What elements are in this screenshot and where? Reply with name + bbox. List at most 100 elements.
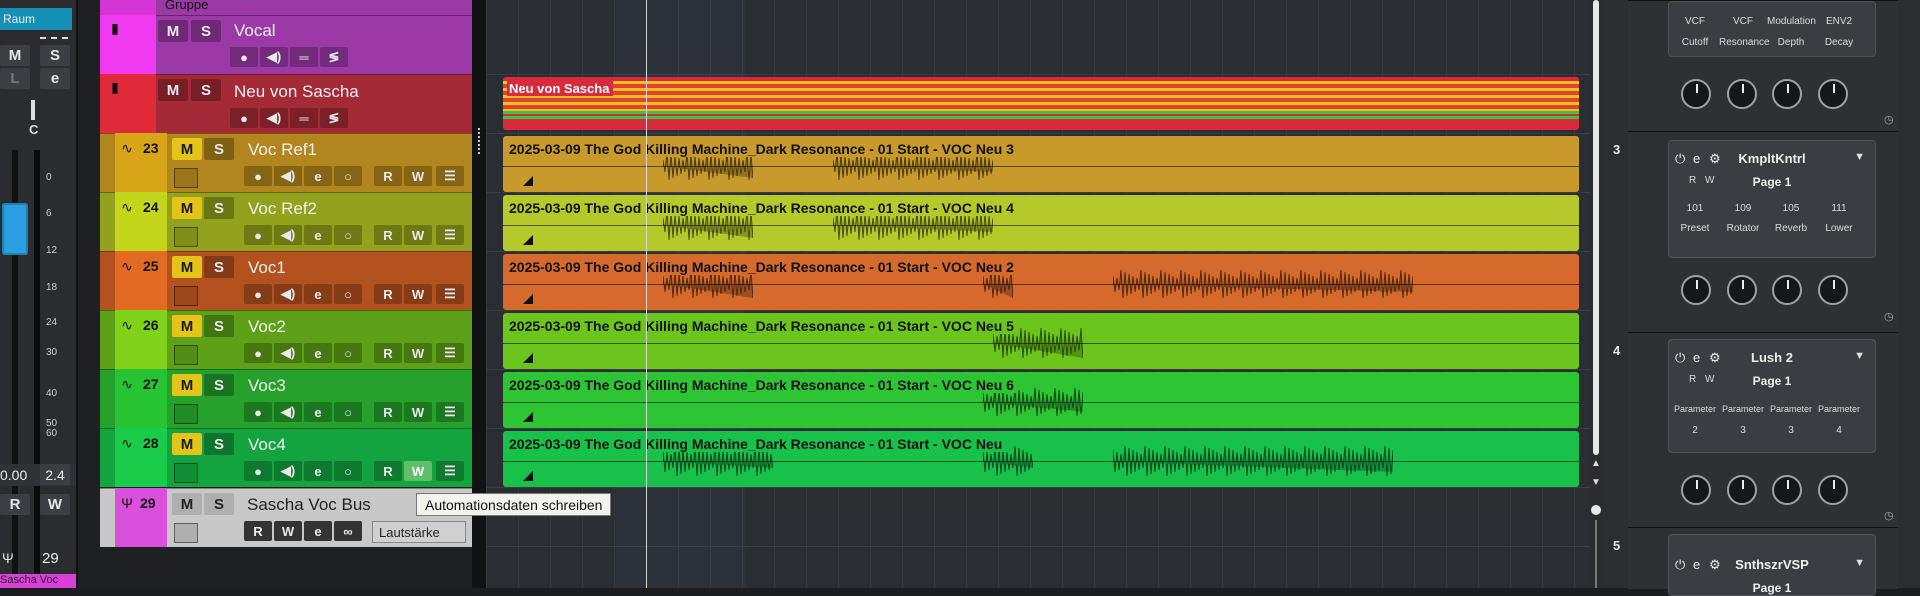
solo-button[interactable]: S bbox=[204, 374, 234, 396]
write-automation-button[interactable]: W bbox=[404, 461, 432, 481]
plugin-name[interactable]: SnthszrVSP bbox=[1669, 557, 1875, 572]
insert-slot[interactable]: 5 ⏻ e ⚙ SnthszrVSP ▼ Page 1 bbox=[1613, 527, 1898, 596]
track-voc4[interactable]: ∿ 28 M S Voc4 ● ◀) e ○ R W ☰ bbox=[100, 428, 472, 487]
quick-control-knob[interactable] bbox=[1818, 275, 1848, 305]
record-enable-button[interactable]: ● bbox=[244, 225, 272, 245]
quick-control-knob[interactable] bbox=[1772, 79, 1802, 109]
inspector-mute-button[interactable]: M bbox=[0, 45, 30, 66]
clock-icon[interactable]: ◷ bbox=[1884, 113, 1894, 126]
quick-control-knob[interactable] bbox=[1772, 475, 1802, 505]
mute-button[interactable]: M bbox=[172, 197, 202, 219]
record-enable-button[interactable]: ● bbox=[244, 166, 272, 186]
inspector-write-button[interactable]: W bbox=[40, 494, 70, 515]
track-name[interactable]: Voc3 bbox=[248, 376, 286, 396]
track-voc1[interactable]: ∿ 25 M S Voc1 ● ◀) e ○ R W ☰ bbox=[100, 251, 472, 310]
monitor-icon[interactable]: ◀) bbox=[274, 402, 302, 422]
write-automation-button[interactable]: W bbox=[404, 225, 432, 245]
solo-button[interactable]: S bbox=[204, 493, 234, 515]
edit-channel-button[interactable]: e bbox=[304, 402, 332, 422]
fade-handle-icon[interactable] bbox=[523, 412, 533, 422]
scroll-up-icon[interactable]: ▲ bbox=[1591, 458, 1601, 469]
edit-channel-button[interactable]: e bbox=[304, 461, 332, 481]
quick-control-knob[interactable] bbox=[1727, 79, 1757, 109]
scroll-down-icon[interactable]: ▼ bbox=[1591, 477, 1601, 488]
monitor-icon[interactable]: ◀) bbox=[274, 225, 302, 245]
clock-icon[interactable]: ◷ bbox=[1884, 509, 1894, 522]
audio-event[interactable]: 2025-03-09 The God Killing Machine_Dark … bbox=[503, 313, 1579, 369]
automation-list-icon[interactable]: ☰ bbox=[436, 225, 464, 245]
read-automation-button[interactable]: R bbox=[244, 521, 272, 541]
inspector-read-button[interactable]: R bbox=[0, 494, 30, 515]
quick-control-knob[interactable] bbox=[1727, 475, 1757, 505]
audio-event[interactable]: 2025-03-09 The God Killing Machine_Dark … bbox=[503, 254, 1579, 310]
quick-control-knob[interactable] bbox=[1818, 475, 1848, 505]
mute-button[interactable]: M bbox=[172, 374, 202, 396]
solo-button[interactable]: S bbox=[191, 20, 221, 42]
timebase-icon[interactable]: ○ bbox=[334, 284, 362, 304]
quick-control-knob[interactable] bbox=[1772, 275, 1802, 305]
automation-list-icon[interactable]: ☰ bbox=[436, 166, 464, 186]
track-name[interactable]: Vocal bbox=[234, 21, 276, 41]
track-checkbox[interactable] bbox=[174, 523, 198, 543]
write-automation-button[interactable]: W bbox=[404, 402, 432, 422]
track-name[interactable]: Voc Ref2 bbox=[248, 199, 317, 219]
insert-slot[interactable]: 3 ⏻ e ⚙ KmpltKntrl ▼ R W Page 1 101 109 … bbox=[1613, 131, 1898, 332]
mute-button[interactable]: M bbox=[172, 138, 202, 160]
inspector-solo-button[interactable]: S bbox=[40, 45, 70, 66]
track-name[interactable]: Sascha Voc Bus bbox=[247, 495, 371, 515]
quick-control-knob[interactable] bbox=[1681, 475, 1711, 505]
write-automation-button[interactable]: W bbox=[274, 521, 302, 541]
folder-event[interactable]: Neu von Sascha bbox=[503, 77, 1579, 130]
track-voc3[interactable]: ∿ 27 M S Voc3 ● ◀) e ○ R W ☰ bbox=[100, 369, 472, 428]
monitor-icon[interactable]: ◀) bbox=[260, 47, 288, 67]
quick-control-knob[interactable] bbox=[1681, 275, 1711, 305]
record-enable-button[interactable]: ● bbox=[244, 402, 272, 422]
monitor-icon[interactable]: ◀) bbox=[274, 461, 302, 481]
mute-button[interactable]: M bbox=[172, 433, 202, 455]
solo-button[interactable]: S bbox=[204, 138, 234, 160]
page-label[interactable]: Page 1 bbox=[1669, 374, 1875, 388]
automation-list-icon[interactable]: ☰ bbox=[436, 402, 464, 422]
fade-handle-icon[interactable] bbox=[523, 235, 533, 245]
solo-button[interactable]: S bbox=[204, 256, 234, 278]
monitor-icon[interactable]: ◀) bbox=[274, 343, 302, 363]
track-voc2[interactable]: ∿ 26 M S Voc2 ● ◀) e ○ R W ☰ bbox=[100, 310, 472, 369]
track-checkbox[interactable] bbox=[174, 463, 198, 483]
record-enable-button[interactable]: ● bbox=[244, 343, 272, 363]
vertical-scrollbar[interactable]: ▲ ▼ bbox=[1590, 0, 1602, 588]
mute-button[interactable]: M bbox=[172, 493, 202, 515]
write-automation-button[interactable]: W bbox=[404, 166, 432, 186]
pan-indicator[interactable] bbox=[31, 100, 35, 120]
edit-channel-button[interactable]: e bbox=[304, 284, 332, 304]
quick-control-knob[interactable] bbox=[1727, 275, 1757, 305]
read-automation-button[interactable]: R bbox=[374, 284, 402, 304]
audio-event[interactable]: 2025-03-09 The God Killing Machine_Dark … bbox=[503, 431, 1579, 487]
insert-slot[interactable]: 4 ⏻ e ⚙ Lush 2 ▼ R W Page 1 Parameter Pa… bbox=[1613, 332, 1898, 527]
track-name[interactable]: Voc1 bbox=[248, 258, 286, 278]
edit-channel-button[interactable]: e bbox=[304, 225, 332, 245]
track-checkbox[interactable] bbox=[174, 227, 198, 247]
raum-label[interactable]: Raum bbox=[0, 8, 72, 30]
lanes-icon[interactable]: ═ bbox=[290, 47, 318, 67]
mute-button[interactable]: M bbox=[172, 315, 202, 337]
inspector-listen-button[interactable]: L bbox=[0, 68, 30, 89]
record-enable-button[interactable]: ● bbox=[230, 108, 258, 128]
playhead-cursor[interactable] bbox=[646, 0, 647, 588]
write-automation-button[interactable]: W bbox=[404, 343, 432, 363]
record-enable-button[interactable]: ● bbox=[244, 461, 272, 481]
zoom-handle[interactable] bbox=[1591, 505, 1601, 515]
volume-fader-handle[interactable] bbox=[2, 203, 28, 255]
chevron-down-icon[interactable]: ▼ bbox=[1854, 151, 1865, 163]
timebase-icon[interactable]: ○ bbox=[334, 402, 362, 422]
automation-list-icon[interactable]: ☰ bbox=[436, 343, 464, 363]
fade-handle-icon[interactable] bbox=[523, 294, 533, 304]
lanes-icon[interactable]: ═ bbox=[290, 108, 318, 128]
record-enable-button[interactable]: ● bbox=[230, 47, 258, 67]
audio-event[interactable]: 2025-03-09 The God Killing Machine_Dark … bbox=[503, 136, 1579, 192]
timebase-icon[interactable]: ○ bbox=[334, 461, 362, 481]
record-enable-button[interactable]: ● bbox=[244, 284, 272, 304]
automation-list-icon[interactable]: ☰ bbox=[436, 461, 464, 481]
track-name[interactable]: Voc Ref1 bbox=[248, 140, 317, 160]
track-checkbox[interactable] bbox=[174, 168, 198, 188]
track-checkbox[interactable] bbox=[174, 345, 198, 365]
